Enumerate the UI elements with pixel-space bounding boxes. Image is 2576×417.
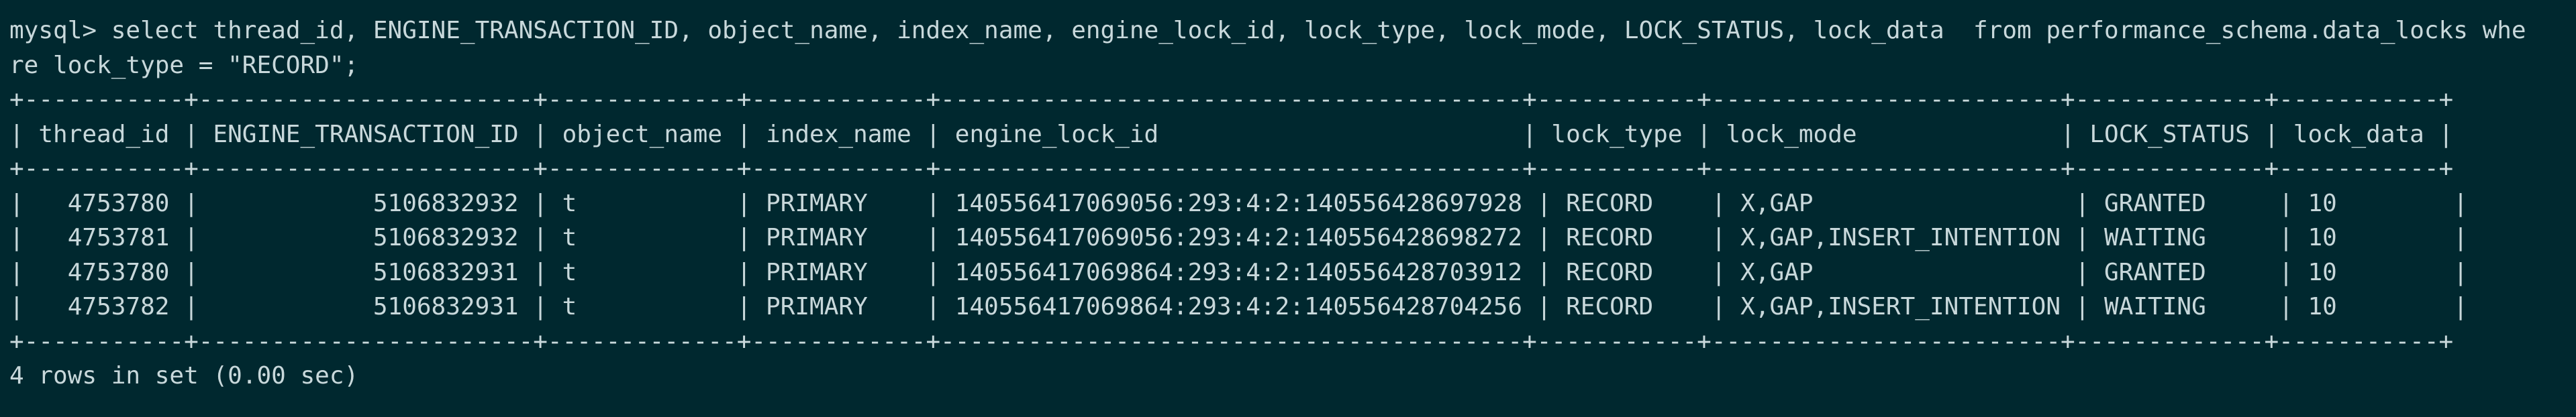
result-summary: 4 rows in set (0.00 sec) [9, 362, 359, 390]
table-row: | 4753781 | 5106832932 | t | PRIMARY | 1… [9, 224, 2468, 251]
table-row: | 4753780 | 5106832932 | t | PRIMARY | 1… [9, 189, 2468, 217]
terminal-window[interactable]: mysql> select thread_id, ENGINE_TRANSACT… [0, 0, 2576, 417]
table-row: | 4753780 | 5106832931 | t | PRIMARY | 1… [9, 258, 2468, 286]
table-row: | 4753782 | 5106832931 | t | PRIMARY | 1… [9, 293, 2468, 320]
table-border-header: +-----------+-----------------------+---… [9, 155, 2454, 182]
sql-command-part-1: select thread_id, ENGINE_TRANSACTION_ID,… [111, 17, 2526, 44]
command-line-1: mysql> select thread_id, ENGINE_TRANSACT… [9, 13, 2567, 48]
table-border-bottom: +-----------+-----------------------+---… [9, 327, 2454, 355]
table-header-row: | thread_id | ENGINE_TRANSACTION_ID | ob… [9, 120, 2454, 148]
table-border-top: +-----------+-----------------------+---… [9, 86, 2454, 113]
mysql-prompt: mysql> [9, 17, 97, 44]
command-line-2: re lock_type = "RECORD"; [9, 48, 2567, 83]
sql-command-part-2: re lock_type = "RECORD"; [9, 51, 359, 79]
